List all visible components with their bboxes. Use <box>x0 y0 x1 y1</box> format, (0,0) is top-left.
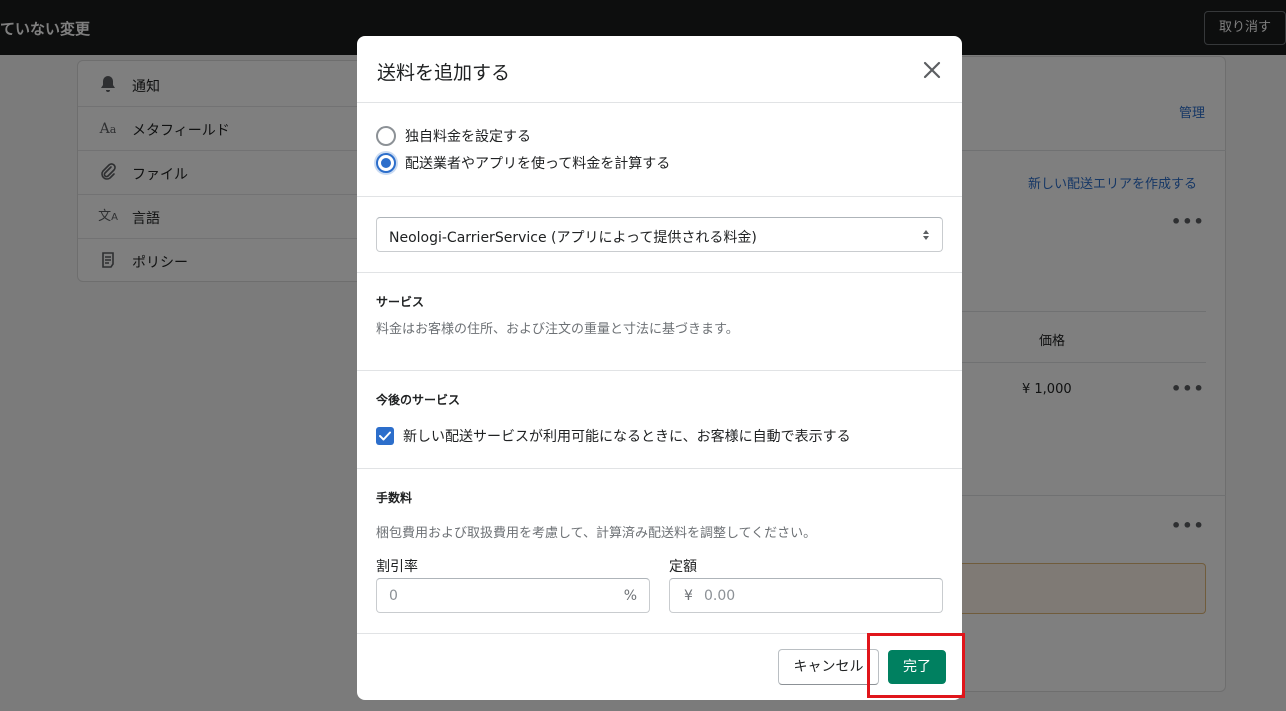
modal-title: 送料を追加する <box>377 62 511 84</box>
radio-carrier-rate[interactable]: 配送業者やアプリを使って料金を計算する <box>376 152 670 174</box>
discount-rate-label: 割引率 <box>376 559 418 575</box>
services-heading: サービス <box>376 295 425 309</box>
checkbox-label: 新しい配送サービスが利用可能になるときに、お客様に自動で表示する <box>403 429 851 445</box>
services-description: 料金はお客様の住所、および注文の重量と寸法に基づきます。 <box>376 322 739 337</box>
radio-button[interactable] <box>376 126 396 146</box>
radio-custom-rate[interactable]: 独自料金を設定する <box>376 125 531 147</box>
discount-rate-input[interactable]: 0 % <box>376 578 650 613</box>
divider <box>357 102 962 103</box>
divider <box>357 370 962 371</box>
radio-label: 配送業者やアプリを使って料金を計算する <box>405 156 671 172</box>
handling-fee-heading: 手数料 <box>376 491 413 505</box>
carrier-service-select[interactable]: Neologi-CarrierService (アプリによって提供される料金) <box>376 217 943 252</box>
input-value: 0 <box>389 588 398 604</box>
divider <box>357 196 962 197</box>
fixed-amount-label: 定額 <box>669 559 697 575</box>
input-value: 0.00 <box>704 588 736 604</box>
future-services-heading: 今後のサービス <box>376 393 461 407</box>
yen-prefix: ¥ <box>684 588 693 604</box>
highlight-annotation <box>867 633 965 698</box>
radio-label: 独自料金を設定する <box>405 129 531 145</box>
divider <box>357 272 962 273</box>
radio-button-selected[interactable] <box>376 153 396 173</box>
percent-suffix: % <box>623 588 637 604</box>
checkbox-checked[interactable] <box>376 427 394 445</box>
handling-fee-description: 梱包費用および取扱費用を考慮して、計算済み配送料を調整してください。 <box>376 526 817 541</box>
select-arrows-icon <box>922 227 930 241</box>
cancel-button[interactable]: キャンセル <box>778 649 879 685</box>
select-value: Neologi-CarrierService (アプリによって提供される料金) <box>389 230 757 246</box>
auto-show-services-checkbox[interactable]: 新しい配送サービスが利用可能になるときに、お客様に自動で表示する <box>376 426 851 446</box>
close-icon[interactable] <box>920 58 944 82</box>
add-rate-modal: 送料を追加する 独自料金を設定する 配送業者やアプリを使って料金を計算する Ne… <box>357 36 962 700</box>
fixed-amount-input[interactable]: ¥ 0.00 <box>669 578 943 613</box>
divider <box>357 468 962 469</box>
